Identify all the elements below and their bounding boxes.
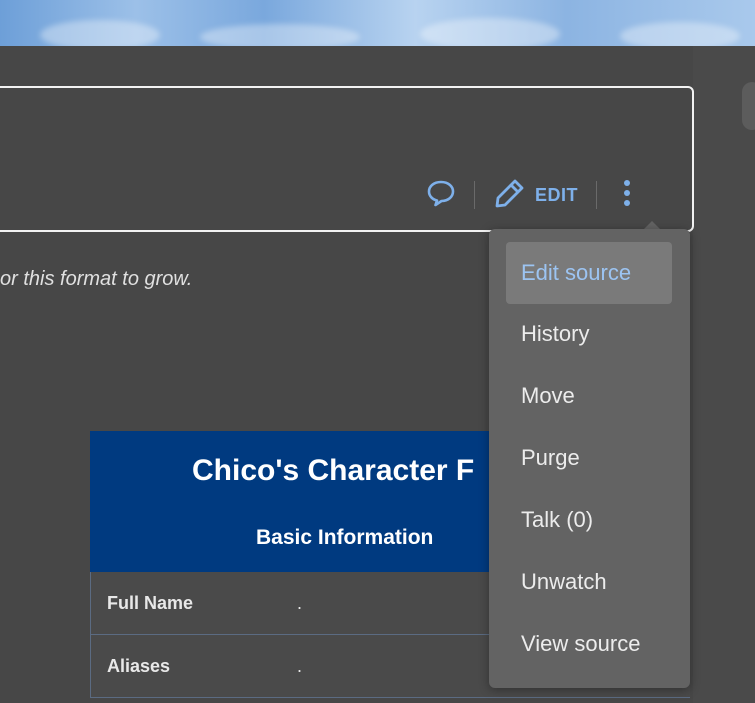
menu-item-move[interactable]: Move (506, 365, 672, 427)
infobox-row-label: Full Name (107, 593, 194, 613)
edit-label: EDIT (535, 184, 579, 205)
edit-button[interactable]: EDIT (493, 176, 578, 215)
infobox-subtitle: Basic Information (256, 526, 434, 549)
menu-item-history[interactable]: History (506, 303, 672, 365)
right-rail (693, 46, 755, 703)
infobox-row-value: . (297, 593, 303, 613)
intro-text: or this format to grow. (0, 268, 193, 290)
pencil-icon (493, 176, 527, 215)
scroll-handle[interactable] (742, 82, 755, 130)
infobox-title: Chico's Character F (192, 454, 475, 487)
menu-item-purge[interactable]: Purge (506, 427, 672, 489)
more-vertical-icon (621, 176, 633, 215)
toolbar-divider (596, 181, 598, 209)
talk-bubble-icon (426, 178, 456, 213)
menu-item-edit-source[interactable]: Edit source (506, 242, 672, 304)
menu-item-view-source[interactable]: View source (506, 613, 672, 675)
community-header-banner (0, 0, 755, 46)
infobox-row-label: Aliases (107, 656, 171, 676)
more-actions-dropdown: Edit source History Move Purge Talk (0) … (489, 229, 690, 688)
toolbar-divider (474, 181, 475, 209)
menu-item-unwatch[interactable]: Unwatch (506, 551, 672, 613)
page-actions-toolbar: EDIT (426, 176, 633, 214)
more-actions-button[interactable] (621, 176, 633, 215)
talk-button[interactable] (426, 178, 456, 213)
menu-item-talk[interactable]: Talk (0) (506, 489, 672, 551)
infobox-row-value: . (297, 656, 303, 676)
